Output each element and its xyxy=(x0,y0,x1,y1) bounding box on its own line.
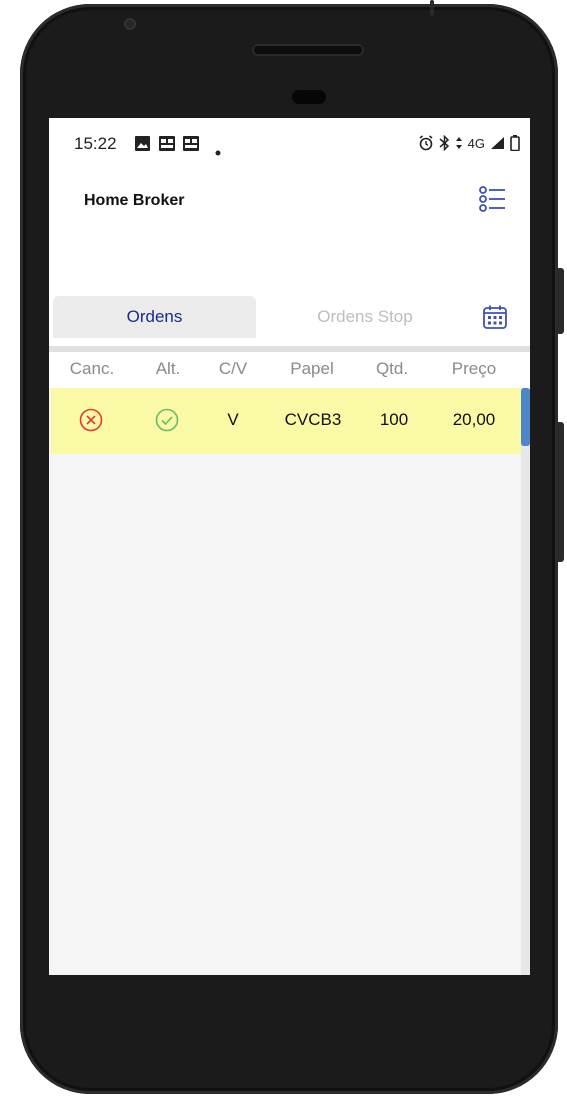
battery-icon xyxy=(510,135,520,151)
status-time: 15:22 xyxy=(74,134,117,153)
more-notifications-dot-icon xyxy=(215,141,221,161)
order-price: 20,00 xyxy=(452,410,496,429)
cancel-order-button[interactable] xyxy=(79,408,103,432)
app-screen: 15:22 4G Home Broker Ordens Ordens Stop … xyxy=(49,118,530,975)
calendar-button[interactable] xyxy=(482,304,508,330)
power-button xyxy=(556,268,564,334)
page-title: Home Broker xyxy=(84,192,185,209)
app-bar: Home Broker xyxy=(49,168,530,294)
tab-ordens-stop[interactable]: Ordens Stop xyxy=(263,296,467,338)
status-indicators: 4G xyxy=(418,135,520,151)
tab-bar: Ordens Ordens Stop xyxy=(49,294,530,349)
image-notification-icon xyxy=(135,136,150,156)
data-transfer-icon xyxy=(455,137,462,149)
calendar-icon xyxy=(483,305,507,329)
column-header-cv: C/V xyxy=(218,359,248,378)
top-antenna-line xyxy=(430,0,434,16)
column-header-qtd: Qtd. xyxy=(375,359,409,378)
broker-notification-icon xyxy=(159,136,175,156)
column-header-papel: Papel xyxy=(290,359,334,378)
earpiece-speaker xyxy=(254,46,362,54)
column-header-preco: Preço xyxy=(451,359,497,378)
scrollbar-thumb[interactable] xyxy=(521,388,530,446)
alarm-icon xyxy=(419,135,433,151)
volume-button xyxy=(556,422,564,562)
tab-ordens[interactable]: Ordens xyxy=(53,296,256,338)
cancel-circle-icon xyxy=(79,408,103,432)
proximity-sensor xyxy=(292,90,326,104)
alter-order-button[interactable] xyxy=(155,408,179,432)
scrollbar[interactable] xyxy=(521,388,530,975)
column-header-alt: Alt. xyxy=(155,359,181,378)
signal-icon xyxy=(491,137,504,149)
broker-notification-icon xyxy=(183,136,199,156)
order-side: V xyxy=(227,410,239,429)
bluetooth-icon xyxy=(439,135,449,151)
network-type-label: 4G xyxy=(467,135,485,151)
order-ticker: CVCB3 xyxy=(284,410,342,429)
status-bar: 15:22 4G xyxy=(49,118,530,168)
column-header-canc: Canc. xyxy=(69,359,115,378)
check-circle-icon xyxy=(155,408,179,432)
order-quantity: 100 xyxy=(379,410,409,429)
list-menu-icon xyxy=(479,186,505,212)
front-camera xyxy=(124,18,136,30)
table-row[interactable]: V CVCB3 100 20,00 xyxy=(51,388,522,454)
list-menu-button[interactable] xyxy=(477,183,507,217)
table-header: Canc. Alt. C/V Papel Qtd. Preço xyxy=(49,352,530,388)
